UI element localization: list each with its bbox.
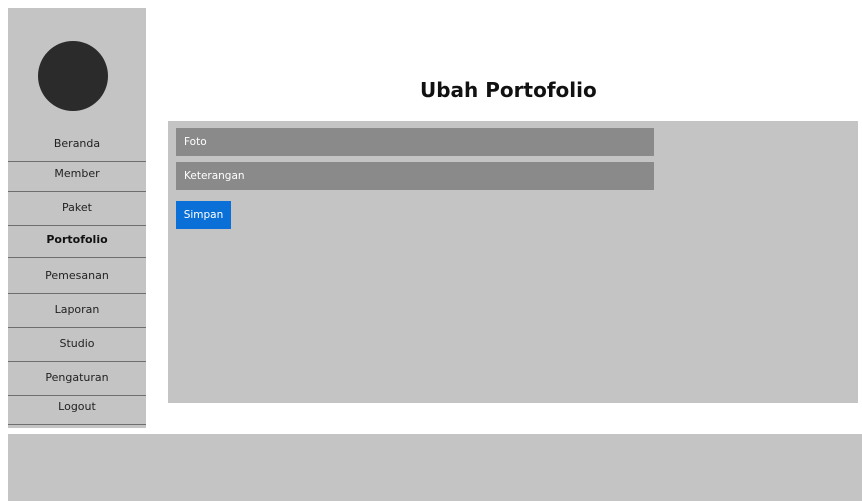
sidebar-item-member[interactable]: Member bbox=[8, 162, 146, 192]
sidebar-item-label: Studio bbox=[59, 337, 95, 350]
sidebar-item-beranda[interactable]: Beranda bbox=[8, 132, 146, 162]
sidebar: Beranda Member Paket Portofolio Pemesana… bbox=[8, 8, 146, 428]
nav-divider bbox=[8, 327, 146, 328]
sidebar-item-studio[interactable]: Studio bbox=[8, 332, 146, 362]
sidebar-item-label: Pengaturan bbox=[45, 371, 109, 384]
sidebar-item-label: Member bbox=[54, 167, 100, 180]
page-title: Ubah Portofolio bbox=[420, 78, 597, 102]
nav-divider bbox=[8, 293, 146, 294]
sidebar-item-portofolio[interactable]: Portofolio bbox=[8, 228, 146, 258]
footer bbox=[8, 434, 862, 501]
nav-divider bbox=[8, 361, 146, 362]
nav-divider bbox=[8, 424, 146, 425]
sidebar-item-label: Pemesanan bbox=[45, 269, 109, 282]
sidebar-item-label: Logout bbox=[58, 400, 96, 413]
sidebar-item-laporan[interactable]: Laporan bbox=[8, 298, 146, 328]
sidebar-item-logout[interactable]: Logout bbox=[8, 395, 146, 425]
sidebar-item-label: Laporan bbox=[54, 303, 100, 316]
sidebar-item-pemesanan[interactable]: Pemesanan bbox=[8, 264, 146, 294]
sidebar-item-label: Portofolio bbox=[46, 233, 108, 246]
nav-divider bbox=[8, 191, 146, 192]
sidebar-item-label: Paket bbox=[62, 201, 92, 214]
sidebar-item-paket[interactable]: Paket bbox=[8, 196, 146, 226]
sidebar-item-label: Beranda bbox=[53, 137, 101, 150]
description-field[interactable] bbox=[176, 162, 654, 190]
avatar bbox=[38, 41, 108, 111]
photo-field[interactable] bbox=[176, 128, 654, 156]
sidebar-item-pengaturan[interactable]: Pengaturan bbox=[8, 366, 146, 396]
nav-divider bbox=[8, 257, 146, 258]
save-button[interactable]: Simpan bbox=[176, 201, 231, 229]
nav-divider bbox=[8, 225, 146, 226]
